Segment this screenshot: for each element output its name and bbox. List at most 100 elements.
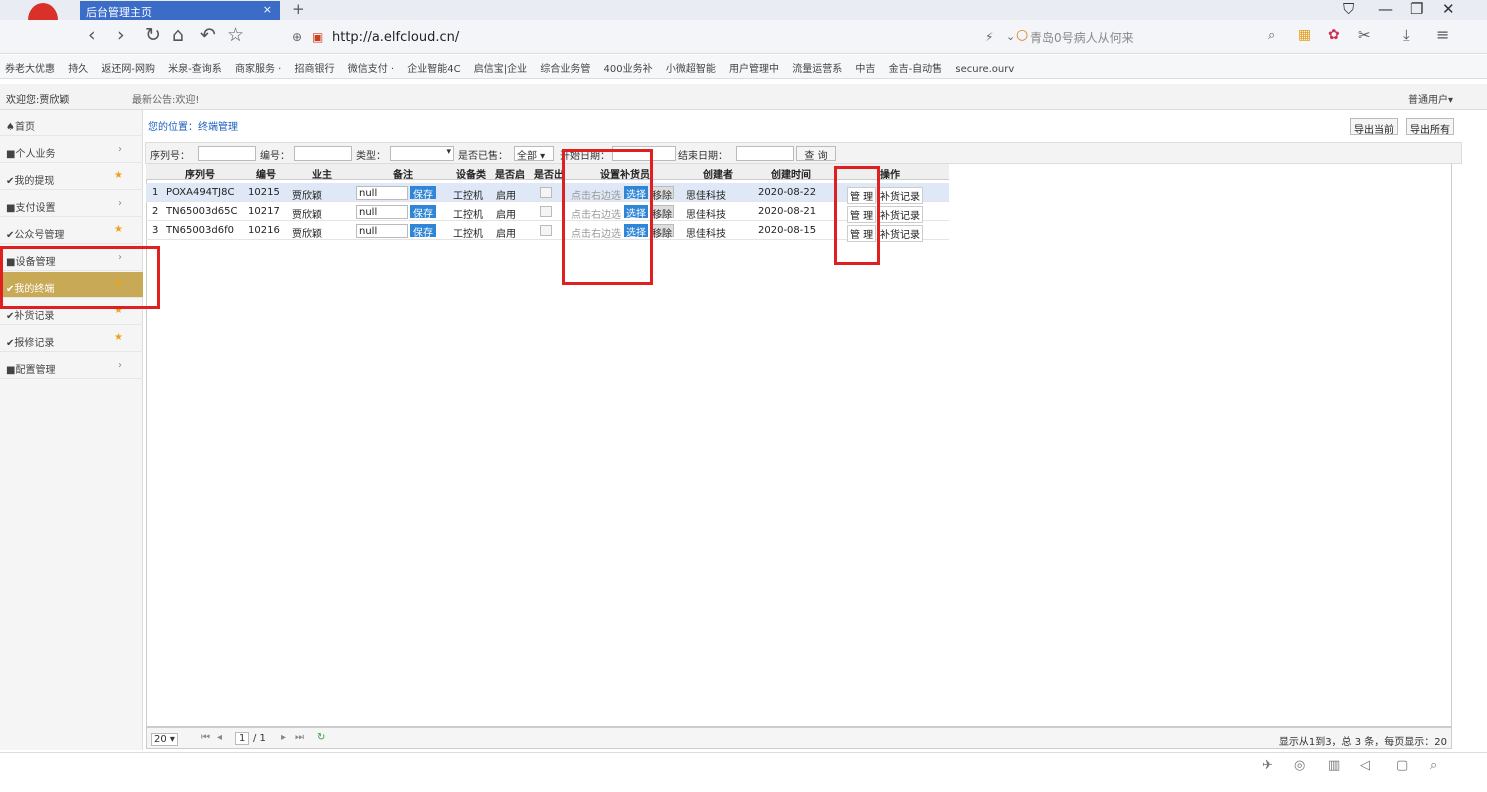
table-row[interactable]: 3 TN65003d6f0 10216 贾欣颖 null 保存 工控机 启用 点… bbox=[146, 221, 949, 242]
bookmark-item[interactable]: 微信支付 · bbox=[348, 60, 394, 75]
user-menu[interactable]: 普通用户▾ bbox=[1408, 91, 1453, 106]
star-icon[interactable]: ★ bbox=[114, 332, 123, 343]
bookmark-item[interactable]: 持久 bbox=[68, 60, 88, 75]
trash-icon[interactable]: ▥ bbox=[1328, 758, 1340, 773]
url-field[interactable]: http://a.elfcloud.cn/ bbox=[332, 30, 459, 45]
bookmark-item[interactable]: 400业务补 bbox=[604, 60, 653, 75]
lightning-icon[interactable]: ⚡ bbox=[985, 30, 993, 44]
save-button[interactable]: 保存 bbox=[410, 224, 436, 239]
bookmark-item[interactable]: 综合业务管 bbox=[540, 60, 590, 75]
search-icon[interactable]: ⌕ bbox=[1268, 28, 1275, 43]
query-button[interactable]: 查 询 bbox=[796, 146, 836, 162]
undo-icon[interactable]: ↶ bbox=[200, 24, 216, 46]
sound-icon[interactable]: ◁ bbox=[1360, 758, 1370, 773]
bookmark-item[interactable]: secure.ourv bbox=[955, 64, 1014, 75]
menu-icon[interactable]: ≡ bbox=[1436, 25, 1449, 44]
zoom-icon[interactable]: ⌕ bbox=[1430, 758, 1437, 773]
sold-select[interactable]: 全部 ▾ bbox=[514, 146, 554, 162]
restock-record-button[interactable]: 补货记录 bbox=[877, 225, 923, 242]
skin-icon[interactable]: ⛉ bbox=[1343, 0, 1354, 18]
restore-icon[interactable]: ❐ bbox=[1410, 0, 1423, 18]
prev-page-icon[interactable]: ◂ bbox=[217, 732, 222, 743]
bookmark-item[interactable]: 金吉-自动售 bbox=[889, 60, 943, 75]
bookmark-item[interactable]: 中吉 bbox=[855, 60, 875, 75]
bookmark-item[interactable]: 券老大优惠 bbox=[5, 60, 55, 75]
close-window-icon[interactable]: ✕ bbox=[1442, 0, 1455, 18]
bookmark-item[interactable]: 米泉-查询系 bbox=[168, 60, 222, 75]
bookmark-item[interactable]: 启信宝|企业 bbox=[474, 60, 527, 75]
bookmark-item[interactable]: 小微超智能 bbox=[666, 60, 716, 75]
sidebar-item-payment[interactable]: ■支付设置 › bbox=[0, 191, 143, 217]
back-icon[interactable]: ‹ bbox=[88, 24, 96, 46]
remove-button[interactable]: 移除 bbox=[650, 205, 674, 221]
sidebar-item-official-account[interactable]: ✔公众号管理 ★ bbox=[0, 218, 143, 244]
new-tab-button[interactable]: + bbox=[292, 0, 305, 18]
table-row[interactable]: 2 TN65003d65C 10217 贾欣颖 null 保存 工控机 启用 点… bbox=[146, 202, 949, 223]
col-creator[interactable]: 创建者 bbox=[703, 166, 733, 181]
type-select[interactable]: ▾ bbox=[390, 146, 454, 161]
privacy-icon[interactable]: ◎ bbox=[1294, 758, 1305, 773]
apps-icon[interactable]: ▦ bbox=[1298, 27, 1311, 43]
download-icon[interactable]: ⤓ bbox=[1403, 26, 1410, 44]
tab-close-icon[interactable]: × bbox=[263, 3, 272, 16]
extension-icon[interactable]: ✿ bbox=[1328, 27, 1340, 43]
next-page-icon[interactable]: ▸ bbox=[281, 732, 286, 743]
minimize-icon[interactable]: — bbox=[1378, 0, 1393, 18]
bookmark-item[interactable]: 招商银行 bbox=[295, 60, 335, 75]
search-input[interactable]: 青岛0号病人从何来 bbox=[1030, 29, 1134, 46]
col-owner[interactable]: 业主 bbox=[312, 166, 332, 181]
serial-input[interactable] bbox=[198, 146, 256, 161]
sold-checkbox[interactable] bbox=[540, 187, 552, 198]
col-created[interactable]: 创建时间 bbox=[771, 166, 811, 181]
favorite-icon[interactable]: ☆ bbox=[227, 24, 244, 46]
shield-icon: ⊕ bbox=[292, 30, 303, 44]
scissors-icon[interactable]: ✂ bbox=[1358, 26, 1371, 44]
bookmark-item[interactable]: 商家服务 · bbox=[235, 60, 281, 75]
bookmark-item[interactable]: 流量运营系 bbox=[792, 60, 842, 75]
number-input[interactable] bbox=[294, 146, 352, 161]
refresh-icon[interactable]: ↻ bbox=[317, 732, 325, 743]
col-number[interactable]: 编号 bbox=[256, 166, 276, 181]
forward-icon[interactable]: › bbox=[117, 24, 125, 46]
note-input[interactable]: null bbox=[356, 186, 408, 200]
sidebar-item-repair-records[interactable]: ✔报修记录 ★ bbox=[0, 326, 143, 352]
save-button[interactable]: 保存 bbox=[410, 186, 436, 201]
rocket-icon[interactable]: ✈ bbox=[1262, 758, 1273, 773]
chevron-right-icon: › bbox=[118, 144, 122, 155]
save-button[interactable]: 保存 bbox=[410, 205, 436, 220]
sold-checkbox[interactable] bbox=[540, 206, 552, 217]
page-input[interactable]: 1 bbox=[235, 732, 250, 745]
sold-checkbox[interactable] bbox=[540, 225, 552, 236]
export-current-button[interactable]: 导出当前 bbox=[1350, 118, 1398, 136]
col-note[interactable]: 备注 bbox=[393, 166, 413, 181]
window-icon[interactable]: ▢ bbox=[1396, 758, 1408, 773]
star-icon[interactable]: ★ bbox=[114, 224, 123, 235]
star-icon[interactable]: ★ bbox=[114, 170, 123, 181]
table-row[interactable]: 1 POXA494TJ8C 10215 贾欣颖 null 保存 工控机 启用 点… bbox=[146, 183, 949, 204]
col-actions[interactable]: 操作 bbox=[880, 166, 900, 181]
bookmark-item[interactable]: 用户管理中 bbox=[729, 60, 779, 75]
export-all-button[interactable]: 导出所有 bbox=[1406, 118, 1454, 136]
col-serial[interactable]: 序列号 bbox=[185, 166, 215, 181]
sidebar-item-config[interactable]: ■配置管理 › bbox=[0, 353, 143, 379]
bookmark-item[interactable]: 返还网-网购 bbox=[101, 60, 155, 75]
pagination-bar: 20 ▾ ⏮ ◂ 1 / 1 ▸ ⏭ ↻ 显示从1到3，总 3 条，每页显示：2… bbox=[146, 727, 1452, 749]
remove-button[interactable]: 移除 bbox=[650, 224, 674, 240]
sidebar-item-home[interactable]: ♠首页 bbox=[0, 110, 143, 136]
note-input[interactable]: null bbox=[356, 205, 408, 219]
home-icon[interactable]: ⌂ bbox=[172, 24, 184, 46]
dropdown-icon[interactable]: ⌄ bbox=[1006, 30, 1015, 43]
end-date-input[interactable] bbox=[736, 146, 794, 161]
col-enabled[interactable]: 是否启用 bbox=[495, 166, 531, 179]
remove-button[interactable]: 移除 bbox=[650, 186, 674, 202]
reload-icon[interactable]: ↻ bbox=[145, 24, 161, 46]
note-input[interactable]: null bbox=[356, 224, 408, 238]
page-size-select[interactable]: 20 ▾ bbox=[151, 733, 178, 746]
sidebar-item-personal[interactable]: ■个人业务 › bbox=[0, 137, 143, 163]
first-page-icon[interactable]: ⏮ bbox=[201, 732, 210, 743]
browser-tab[interactable]: 后台管理主页 × bbox=[80, 1, 280, 20]
sidebar-item-withdraw[interactable]: ✔我的提现 ★ bbox=[0, 164, 143, 190]
bookmark-item[interactable]: 企业智能4C bbox=[407, 60, 460, 75]
col-device-type[interactable]: 设备类型 bbox=[456, 166, 492, 179]
last-page-icon[interactable]: ⏭ bbox=[295, 732, 304, 743]
